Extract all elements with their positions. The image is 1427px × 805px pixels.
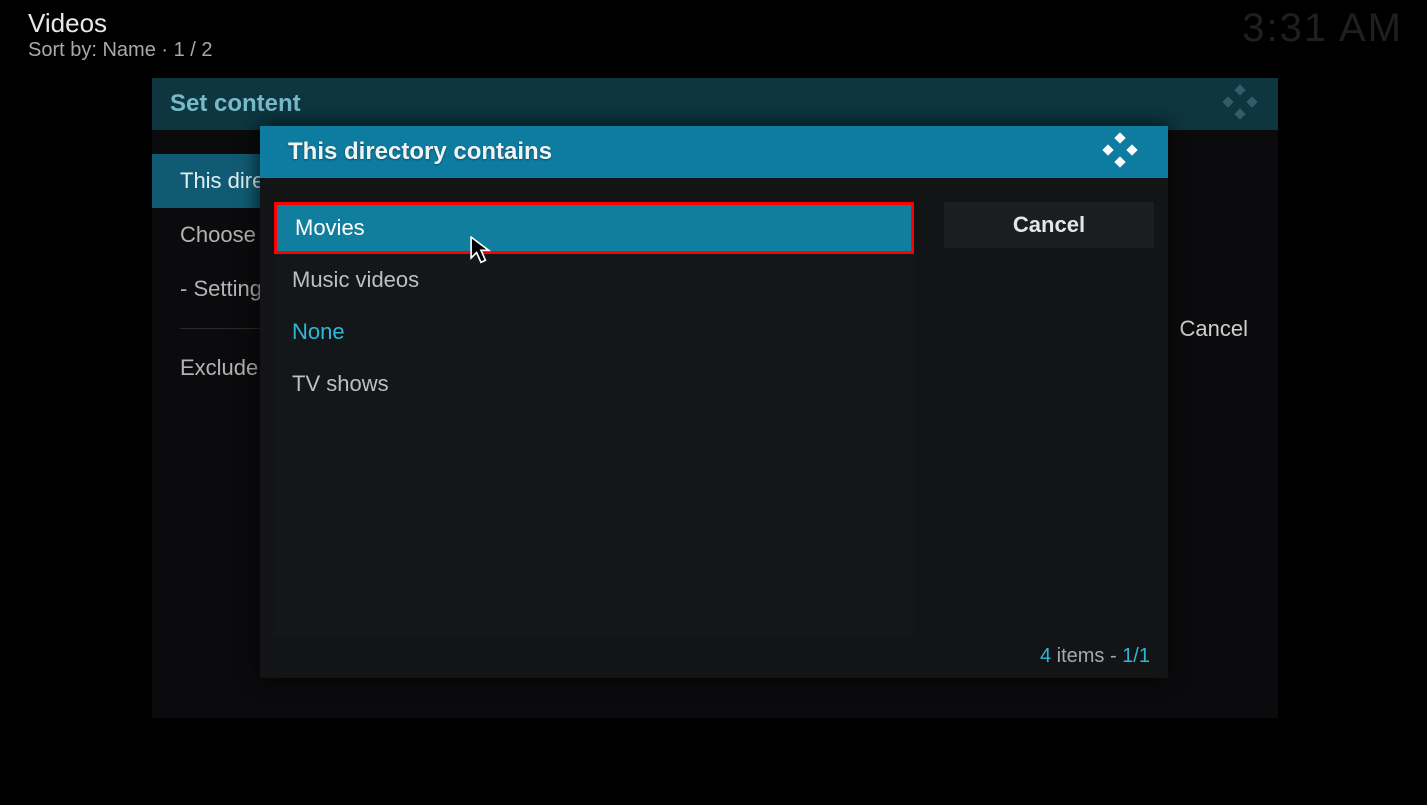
clock: 3:31 AM — [1242, 6, 1403, 51]
directory-contains-dialog: This directory contains Movies Music vid… — [260, 126, 1168, 678]
option-none[interactable]: None — [274, 306, 914, 358]
breadcrumb: Videos Sort by: Name · 1 / 2 — [28, 8, 213, 62]
kodi-logo-icon — [1100, 130, 1140, 175]
footer-separator: items - — [1051, 645, 1122, 667]
option-tv-shows[interactable]: TV shows — [274, 358, 914, 410]
page-indicator: 1/1 — [1122, 645, 1150, 667]
kodi-logo-icon — [1220, 82, 1260, 127]
sort-indicator: Sort by: Name · 1 / 2 — [28, 39, 213, 62]
side-row-label: - Settings — [180, 276, 273, 302]
dialog-title: This directory contains — [288, 138, 552, 166]
item-count: 4 — [1040, 645, 1051, 667]
cancel-button[interactable]: Cancel — [1180, 316, 1248, 342]
dialog-actions: Cancel — [914, 202, 1154, 636]
option-label: Movies — [295, 215, 365, 241]
option-label: TV shows — [292, 371, 389, 397]
option-movies[interactable]: Movies — [274, 202, 914, 254]
option-label: Music videos — [292, 267, 419, 293]
list-footer: 4 items - 1/1 — [1040, 645, 1150, 668]
button-label: Cancel — [1180, 316, 1248, 341]
section-title: Videos — [28, 8, 213, 39]
cancel-button[interactable]: Cancel — [944, 202, 1154, 248]
content-type-list: Movies Music videos None TV shows — [274, 202, 914, 636]
button-label: Cancel — [1013, 212, 1085, 238]
dialog-title: Set content — [170, 90, 301, 118]
dialog-header: This directory contains — [260, 126, 1168, 178]
dialog-header: Set content — [152, 78, 1278, 130]
option-music-videos[interactable]: Music videos — [274, 254, 914, 306]
option-label: None — [292, 319, 345, 345]
